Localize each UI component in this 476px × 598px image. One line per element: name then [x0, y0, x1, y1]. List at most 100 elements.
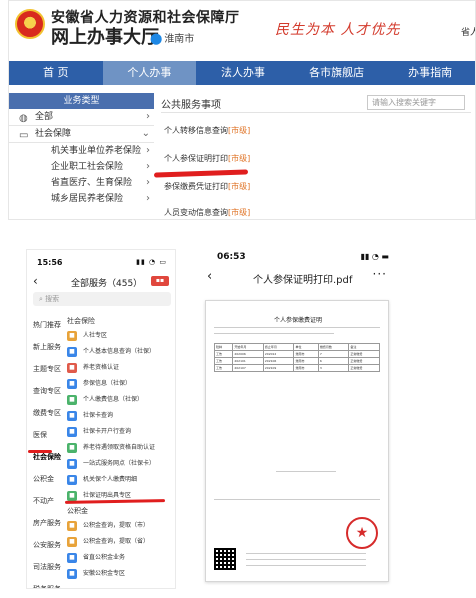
category-item[interactable]: 热门推荐 [27, 314, 63, 336]
service-label: 省直公积金业务 [83, 554, 126, 561]
service-item[interactable]: 个人转移信息查询[市级] [164, 125, 250, 136]
service-item[interactable]: ■ 参保信息（社保） [67, 376, 175, 392]
location-selector[interactable]: ⬤ 淮南市 [150, 30, 194, 45]
nav-personal[interactable]: 个人办事 [102, 61, 197, 85]
service-label: 社保卡查询 [83, 412, 114, 419]
service-label: 安徽公积金专区 [83, 570, 126, 577]
service-name: 个人转移信息查询 [164, 126, 228, 135]
nav-home[interactable]: 首 页 [9, 61, 103, 85]
site-slogan: 民生为本 人才优先 [275, 22, 401, 38]
service-name: 个人参保证明打印 [164, 154, 228, 163]
service-item[interactable]: ■ 社保卡查询 [67, 408, 175, 424]
chevron-right-icon: › [146, 145, 150, 156]
table-cell: 正常缴费 [348, 357, 380, 365]
service-name: 参保缴费凭证打印 [164, 182, 228, 191]
table-row: 险种 开始年月 终止年月 单位 缴费月数 备注 [213, 343, 380, 351]
table-cell: 工伤 [213, 364, 234, 372]
service-item[interactable]: 个人参保证明打印[市级] [164, 153, 250, 164]
table-cell: 7 [317, 350, 350, 358]
service-label: 个人基本信息查询（社保） [83, 348, 156, 355]
chevron-right-icon: › [146, 161, 150, 172]
location-pin-icon: ⬤ [150, 32, 163, 45]
table-cell: 正常缴费 [348, 350, 380, 358]
category-item[interactable]: 公安服务 [27, 534, 63, 556]
page-title: 全部服务（455） [71, 279, 143, 289]
service-item[interactable]: ■ 个人基本信息查询（社保） [67, 344, 175, 360]
table-cell: 202006 [232, 350, 264, 358]
keyword-search-input[interactable]: 请输入搜索关键字 [367, 95, 465, 110]
service-item[interactable]: ■ 个人缴费信息（社保） [67, 392, 175, 408]
category-item[interactable]: 司法服务 [27, 556, 63, 578]
service-item[interactable]: ■ 人社专区 [67, 328, 175, 344]
service-item[interactable]: ■ 公积金查询，提取（省） [67, 534, 175, 550]
sidebar-item-label: 省直医疗、生育保险 [51, 178, 133, 188]
service-icon: ■ [67, 411, 77, 421]
sidebar-item-label: 社会保障 [35, 129, 72, 139]
official-seal-icon: ★ [346, 517, 378, 549]
chevron-right-icon: › [146, 111, 150, 122]
table-cell: 开始年月 [232, 343, 264, 351]
category-item[interactable]: 税务服务 [27, 578, 63, 588]
back-arrow-icon[interactable]: ‹ [207, 269, 212, 284]
category-item[interactable]: 公积金 [27, 468, 63, 490]
table-cell: 正常缴费 [348, 364, 380, 372]
more-icon[interactable]: ··· [373, 267, 387, 281]
service-icon: ■ [67, 459, 77, 469]
service-item[interactable]: ■ 安徽公积金专区 [67, 566, 175, 582]
chevron-right-icon: › [146, 177, 150, 188]
main-nav: 首 页 个人办事 法人办事 各市旗舰店 办事指南 [9, 61, 475, 85]
sidebar-item-resident-pension[interactable]: 城乡居民养老保险 › [9, 191, 154, 207]
service-item[interactable]: ■ 机关保个人缴费明细 [67, 472, 175, 488]
category-item[interactable]: 新上服务 [27, 336, 63, 358]
sidebar-item-all[interactable]: ◍ 全部 › [9, 109, 154, 125]
sidebar-item-provincial-medical[interactable]: 省直医疗、生育保险 › [9, 175, 154, 191]
service-list-header: 公共服务事项 请输入搜索关键字 [161, 93, 471, 113]
service-item[interactable]: ■ 社保卡开户行查询 [67, 424, 175, 440]
category-item[interactable]: 医保 [27, 424, 63, 446]
nav-city-stores[interactable]: 各市旗舰店 [290, 61, 384, 85]
service-list-panel: 公共服务事项 请输入搜索关键字 个人转移信息查询[市级] 个人参保证明打印[市级… [161, 93, 471, 219]
sidebar-item-public-pension[interactable]: 机关事业单位养老保险 › [9, 143, 154, 159]
location-label: 淮南市 [164, 34, 195, 45]
service-label: 社保卡开户行查询 [83, 428, 132, 435]
service-item[interactable]: ■ 省直公积金业务 [67, 550, 175, 566]
service-item[interactable]: ■ 一站式服务网点（社保卡） [67, 456, 175, 472]
service-tag: [市级] [228, 154, 251, 163]
service-tag: [市级] [228, 126, 251, 135]
table-cell: 工伤 [213, 350, 234, 358]
status-badge: ▪▪ [151, 276, 169, 286]
table-cell: 淮南市 [293, 364, 319, 372]
category-item[interactable]: 主题专区 [27, 358, 63, 380]
website-screenshot: ★ 安徽省人力资源和社会保障厅 网上办事大厅 ⬤淮南市 民生为本 人才优先 省人… [8, 0, 476, 220]
service-item[interactable]: ■ 养老待遇领取资格自助认证 [67, 440, 175, 456]
nav-guide[interactable]: 办事指南 [383, 61, 475, 85]
table-cell: 淮南市 [293, 350, 319, 358]
category-item[interactable]: 不动产 [27, 490, 63, 512]
pdf-document: 个人参保缴费证明 险种 开始年月 终止年月 单位 缴费月数 备注 工伤 202006 20201… [205, 300, 389, 582]
search-input[interactable]: ⌕ 搜索 [33, 292, 171, 306]
sidebar-item-enterprise-insurance[interactable]: 企业职工社会保险 › [9, 159, 154, 175]
service-item[interactable]: 参保缴费凭证打印[市级] [164, 181, 250, 192]
category-item[interactable]: 缴费专区 [27, 402, 63, 424]
category-item[interactable]: 房产服务 [27, 512, 63, 534]
nav-legal[interactable]: 法人办事 [196, 61, 290, 85]
service-item[interactable]: ■ 养老资格认证 [67, 360, 175, 376]
status-icons: ▮▮ ◔ ▭ [136, 258, 167, 266]
chevron-right-icon: › [146, 193, 150, 204]
service-label: 社保证明出具专区 [83, 492, 132, 499]
business-type-sidebar: 业务类型 ◍ 全部 › ▭ 社会保障 ⌄ 机关事业单位养老保险 › 企业职工社会保险 › 省… [9, 93, 154, 219]
back-arrow-icon[interactable]: ‹ [33, 274, 38, 288]
section-title: 公积金 [67, 507, 88, 515]
service-item[interactable]: 人员变动信息查询[市级] [164, 207, 250, 218]
header-truncated-text: 省人 [461, 28, 475, 38]
category-item[interactable]: 查询专区 [27, 380, 63, 402]
sidebar-item-label: 城乡居民养老保险 [51, 194, 124, 204]
service-item[interactable]: ■ 公积金查询，提取（市） [67, 518, 175, 534]
search-placeholder: 搜索 [45, 295, 60, 303]
sidebar-item-social-security[interactable]: ▭ 社会保障 ⌄ [9, 126, 154, 142]
contribution-table: 险种 开始年月 终止年月 单位 缴费月数 备注 工伤 202006 202012 淮南市 7 正常缴费… [213, 343, 380, 372]
service-grid: 社会保险 ■ 人社专区 ■ 个人基本信息查询（社保） ■ 养老资格认证 ■ 参保信息（社保） ■… [67, 314, 175, 582]
service-icon: ■ [67, 521, 77, 531]
table-cell: 6 [317, 357, 350, 365]
site-header: ★ 安徽省人力资源和社会保障厅 网上办事大厅 ⬤淮南市 民生为本 人才优先 省人 [9, 1, 475, 61]
